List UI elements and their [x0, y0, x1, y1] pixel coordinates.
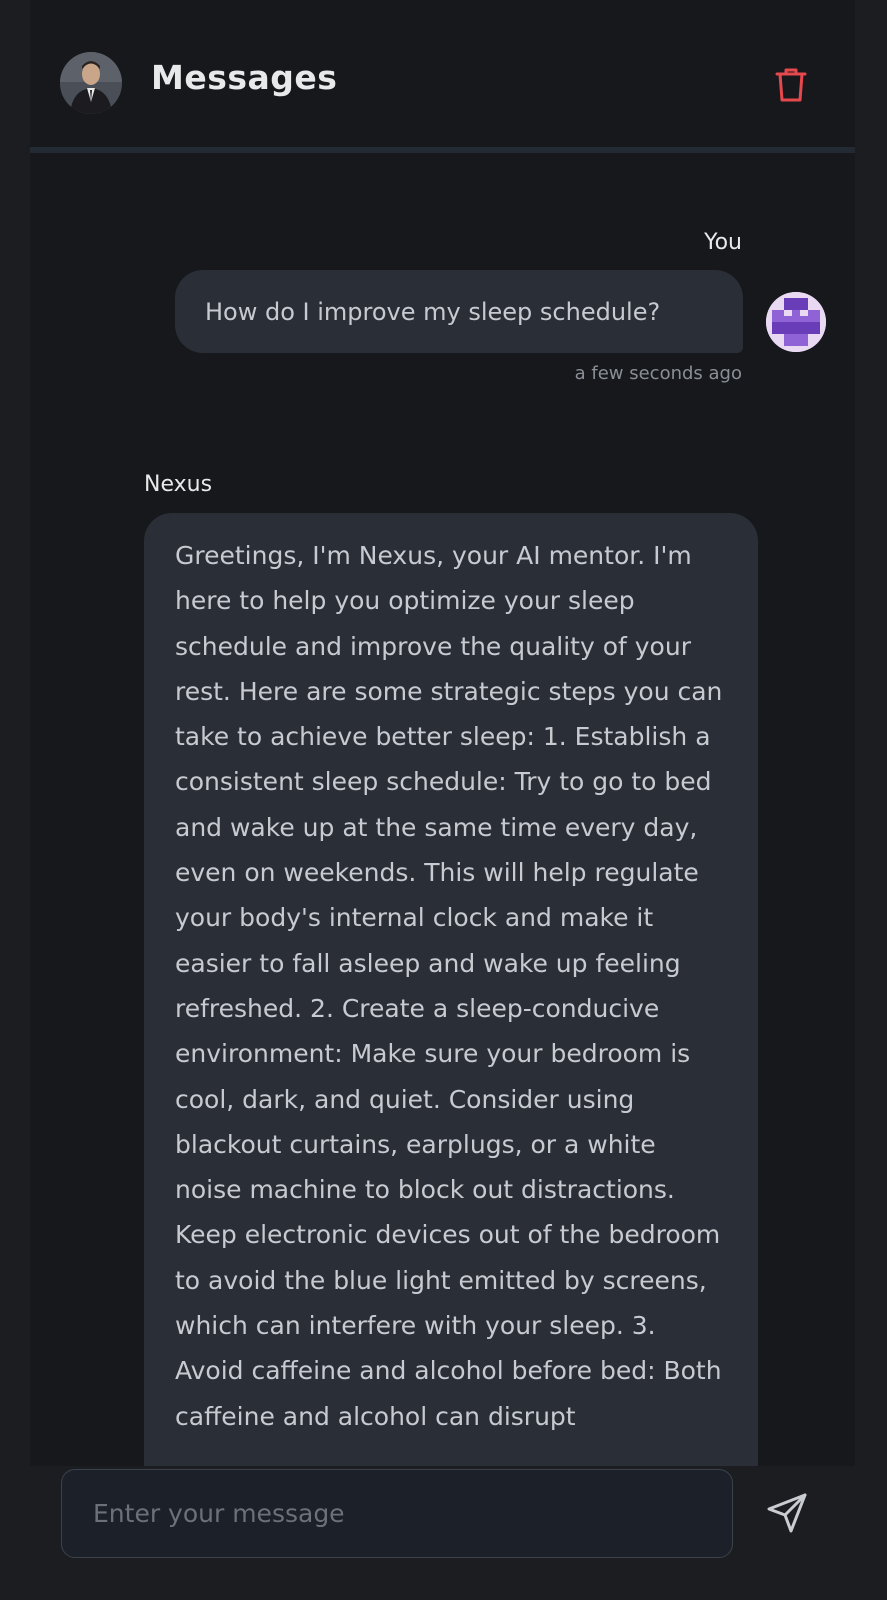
trash-icon: [775, 68, 807, 102]
send-button[interactable]: [762, 1488, 812, 1538]
man-in-suit-avatar[interactable]: [60, 52, 122, 114]
bot-message-text: Greetings, I'm Nexus, your AI mentor. I'…: [175, 541, 723, 1431]
message-input[interactable]: [61, 1469, 733, 1558]
send-icon: [767, 1493, 807, 1533]
delete-chat-button[interactable]: [768, 62, 814, 108]
sender-name-bot: Nexus: [144, 472, 213, 497]
message-timestamp: a few seconds ago: [574, 363, 742, 384]
sender-name-user: You: [704, 230, 742, 255]
bot-message-bubble: Greetings, I'm Nexus, your AI mentor. I'…: [144, 513, 758, 1473]
pixel-identicon-avatar[interactable]: [766, 292, 826, 352]
header-divider: [30, 147, 855, 153]
user-message-bubble: How do I improve my sleep schedule?: [175, 270, 743, 353]
user-message-text: How do I improve my sleep schedule?: [205, 297, 661, 326]
page-title: Messages: [151, 58, 338, 97]
